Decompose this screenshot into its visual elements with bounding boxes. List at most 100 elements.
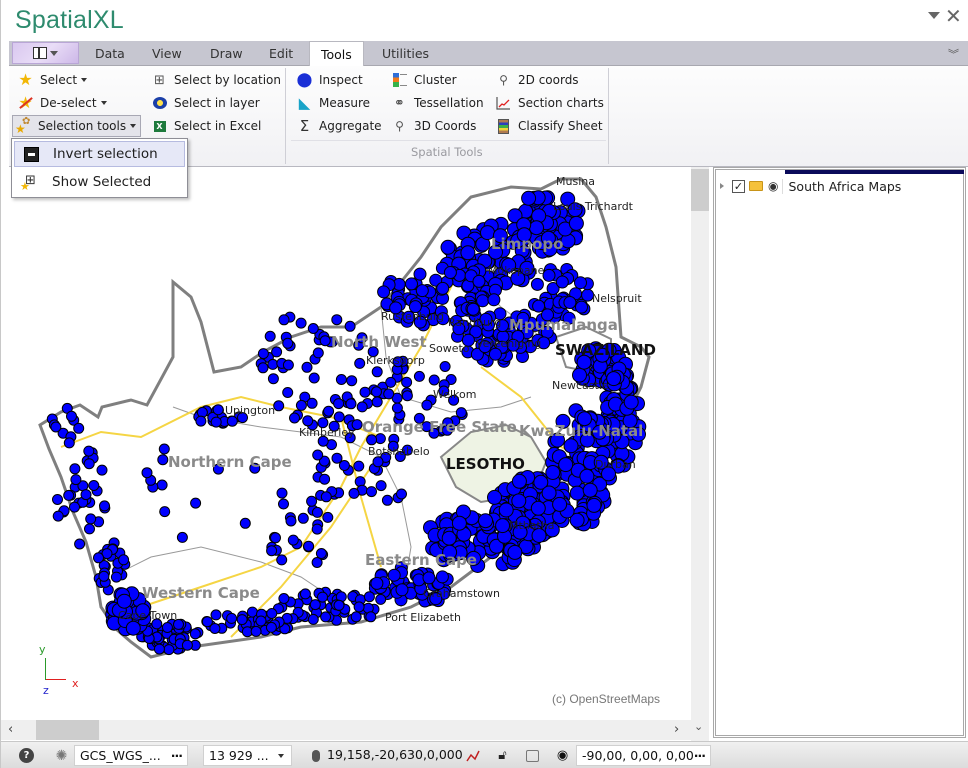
- help-icon[interactable]: ?: [19, 748, 34, 763]
- view-angles-field[interactable]: -90,00, 0,00, 0,00 ···: [576, 745, 711, 766]
- map-point[interactable]: [363, 591, 375, 603]
- eye-icon[interactable]: ◉: [555, 748, 570, 763]
- map-point[interactable]: [226, 612, 238, 624]
- map-point[interactable]: [250, 625, 262, 637]
- layer-visibility-checkbox[interactable]: ✓: [732, 179, 745, 193]
- map-point[interactable]: [153, 643, 165, 655]
- classify-sheet-button[interactable]: Classify Sheet: [495, 116, 603, 136]
- map-point[interactable]: [370, 576, 384, 590]
- map-point[interactable]: [387, 568, 401, 582]
- map-point[interactable]: [346, 375, 358, 387]
- tab-tools[interactable]: Tools: [309, 41, 364, 67]
- double-chevron-down-icon[interactable]: ︾: [948, 46, 959, 62]
- map-point[interactable]: [267, 358, 279, 370]
- cluster-button[interactable]: Cluster: [391, 70, 457, 90]
- map-point[interactable]: [52, 494, 63, 505]
- map-point[interactable]: [356, 401, 368, 413]
- map-point[interactable]: [276, 487, 288, 499]
- map-point[interactable]: [83, 445, 95, 457]
- 3d-coords-button[interactable]: ⚲ 3D Coords: [391, 116, 476, 136]
- map-point[interactable]: [266, 545, 278, 557]
- map-point[interactable]: [176, 531, 188, 543]
- map-point[interactable]: [401, 390, 413, 402]
- map-point[interactable]: [575, 300, 588, 314]
- map-point[interactable]: [69, 501, 80, 513]
- map-point[interactable]: [530, 277, 544, 291]
- scroll-down-icon[interactable]: ⌄: [694, 720, 703, 733]
- map-point[interactable]: [264, 330, 276, 342]
- map-point[interactable]: [377, 285, 391, 299]
- map-point[interactable]: [563, 296, 577, 309]
- layer-item[interactable]: ✓ ◉ South Africa Maps: [720, 177, 901, 195]
- map-point[interactable]: [255, 615, 267, 627]
- map-point[interactable]: [69, 463, 81, 475]
- map-point[interactable]: [366, 434, 378, 446]
- map-point[interactable]: [350, 611, 362, 623]
- map-point[interactable]: [563, 438, 579, 454]
- horizontal-scroll-thumb[interactable]: [36, 720, 99, 740]
- map-point[interactable]: [297, 512, 309, 524]
- scale-dropdown[interactable]: 13 929 ...: [203, 745, 292, 766]
- map-point[interactable]: [569, 485, 585, 501]
- map-point[interactable]: [345, 398, 357, 410]
- map-point[interactable]: [85, 513, 97, 525]
- map-point[interactable]: [99, 500, 110, 512]
- map-point[interactable]: [118, 554, 130, 566]
- map-point[interactable]: [338, 460, 350, 471]
- map-point[interactable]: [98, 570, 110, 582]
- map-point[interactable]: [542, 268, 556, 282]
- map-point[interactable]: [371, 386, 382, 398]
- scroll-right-icon[interactable]: ›: [674, 722, 679, 737]
- map-point[interactable]: [301, 361, 313, 373]
- map-point[interactable]: [353, 601, 365, 613]
- map-point[interactable]: [52, 510, 64, 522]
- map-point[interactable]: [278, 593, 290, 604]
- map-point[interactable]: [282, 337, 294, 349]
- map-point[interactable]: [372, 456, 384, 468]
- polyline-icon[interactable]: [466, 748, 481, 763]
- select-button[interactable]: ★ Select: [17, 70, 88, 90]
- map-point[interactable]: [359, 386, 371, 398]
- map-point[interactable]: [125, 620, 141, 636]
- map-point[interactable]: [270, 532, 281, 544]
- map-point[interactable]: [487, 293, 501, 307]
- map-point[interactable]: [558, 457, 574, 473]
- map-point[interactable]: [472, 274, 486, 288]
- map-point[interactable]: [267, 373, 279, 385]
- map-point[interactable]: [439, 361, 451, 372]
- globe-icon[interactable]: ✺: [54, 748, 69, 764]
- map-point[interactable]: [375, 593, 387, 605]
- map-point[interactable]: [295, 317, 307, 329]
- map-point[interactable]: [335, 374, 347, 385]
- map-point[interactable]: [295, 399, 307, 411]
- map-point[interactable]: [156, 479, 168, 491]
- map-point[interactable]: [443, 266, 457, 279]
- map-point[interactable]: [73, 422, 85, 434]
- map-point[interactable]: [381, 494, 393, 506]
- map-point[interactable]: [273, 400, 285, 412]
- section-charts-button[interactable]: Section charts: [495, 93, 604, 113]
- map-point[interactable]: [88, 480, 100, 491]
- map-point[interactable]: [415, 284, 429, 298]
- selection-tools-button[interactable]: ★ ✿ Selection tools: [12, 115, 142, 137]
- map-point[interactable]: [555, 275, 569, 289]
- map-point[interactable]: [319, 473, 331, 485]
- map-point[interactable]: [212, 404, 224, 416]
- window-menu-icon[interactable]: [928, 12, 940, 19]
- map-point[interactable]: [511, 493, 527, 509]
- tab-utilities[interactable]: Utilities: [382, 41, 429, 66]
- map-point[interactable]: [319, 335, 331, 347]
- map-point[interactable]: [333, 398, 345, 410]
- crs-field[interactable]: GCS_WGS_... ···: [74, 745, 188, 766]
- comment-icon[interactable]: [525, 748, 540, 763]
- map-point[interactable]: [190, 497, 202, 509]
- map-point[interactable]: [306, 495, 318, 507]
- measure-button[interactable]: ◣ Measure: [296, 93, 370, 113]
- tab-view[interactable]: View: [152, 41, 182, 66]
- expand-arrow-icon[interactable]: [720, 183, 724, 189]
- map-point[interactable]: [201, 616, 213, 628]
- map-point[interactable]: [282, 359, 294, 371]
- map-point[interactable]: [63, 489, 75, 501]
- map-point[interactable]: [354, 357, 366, 369]
- map-point[interactable]: [236, 614, 248, 626]
